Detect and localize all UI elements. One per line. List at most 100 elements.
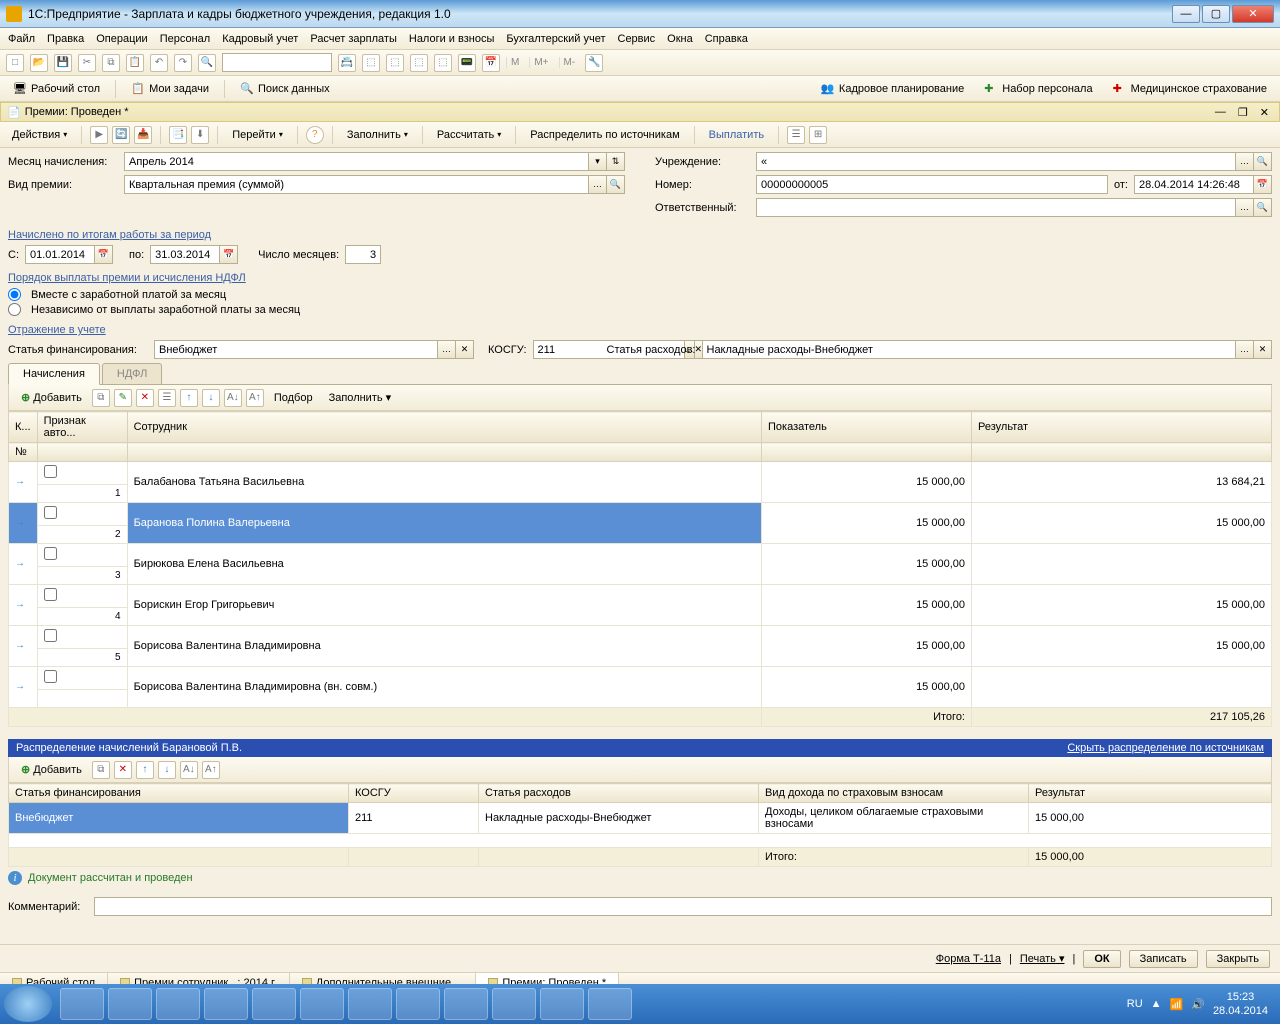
tray-flag-icon[interactable]: ▲ xyxy=(1151,998,1162,1010)
taskbar-save-icon[interactable] xyxy=(300,988,344,1020)
menu-personnel[interactable]: Персонал xyxy=(160,33,211,45)
payment-with-salary-radio[interactable] xyxy=(8,288,21,301)
date-to-calendar-button[interactable]: 📅 xyxy=(220,245,238,264)
find-icon[interactable]: 🔍 xyxy=(198,54,216,72)
dist-delete-icon[interactable]: ✕ xyxy=(114,761,132,779)
employees-grid[interactable]: К... Признак авто... Сотрудник Показател… xyxy=(8,411,1272,727)
date-to-input[interactable] xyxy=(150,245,220,264)
calc-open-icon[interactable]: 📇 xyxy=(338,54,356,72)
list-icon[interactable]: ☰ xyxy=(787,126,805,144)
ok-button[interactable]: ОК xyxy=(1083,950,1120,968)
dist-copy-icon[interactable]: ⧉ xyxy=(92,761,110,779)
menu-help[interactable]: Справка xyxy=(705,33,748,45)
menu-windows[interactable]: Окна xyxy=(667,33,693,45)
memory-mplus[interactable]: M+ xyxy=(529,57,552,68)
close-button[interactable]: ✕ xyxy=(1232,5,1274,23)
recruitment-button[interactable]: ✚Набор персонала xyxy=(977,79,1099,99)
table-row[interactable]: Борисова Валентина Владимировна 15 000,0… xyxy=(9,626,1272,649)
grid-move-up-icon[interactable]: ↑ xyxy=(180,389,198,407)
taskbar-app2-icon[interactable] xyxy=(252,988,296,1020)
taskbar-app4-icon[interactable] xyxy=(588,988,632,1020)
payment-section-header[interactable]: Порядок выплаты премии и исчисления НДФЛ xyxy=(8,272,1272,284)
bonus-type-open-button[interactable]: 🔍 xyxy=(607,175,625,194)
tray-volume-icon[interactable]: 🔊 xyxy=(1191,998,1205,1011)
distribute-button[interactable]: Распределить по источникам xyxy=(524,127,685,143)
dist-col-income[interactable]: Вид дохода по страховым взносам xyxy=(759,784,1029,803)
table-row[interactable]: Балабанова Татьяна Васильевна 15 000,00 … xyxy=(9,462,1272,485)
dist-row[interactable]: Внебюджет 211 Накладные расходы-Внебюдже… xyxy=(9,803,1272,834)
col-employee[interactable]: Сотрудник xyxy=(127,412,761,443)
taskbar-app3-icon[interactable] xyxy=(540,988,584,1020)
settings-icon[interactable]: 🔧 xyxy=(585,54,603,72)
tool-icon-1[interactable]: ⬚ xyxy=(362,54,380,72)
paste-icon[interactable]: 📋 xyxy=(126,54,144,72)
bonus-type-input[interactable] xyxy=(124,175,589,194)
row-auto-checkbox[interactable] xyxy=(44,588,57,601)
responsible-select-button[interactable]: … xyxy=(1236,198,1254,217)
fin-article-input[interactable] xyxy=(154,340,438,359)
movements-icon[interactable]: ⬇ xyxy=(191,126,209,144)
grid-finish-edit-icon[interactable]: ☰ xyxy=(158,389,176,407)
date-from-input[interactable] xyxy=(25,245,95,264)
date-from-calendar-button[interactable]: 📅 xyxy=(95,245,113,264)
expense-select-button[interactable]: … xyxy=(1236,340,1254,359)
grid-move-down-icon[interactable]: ↓ xyxy=(202,389,220,407)
save-button[interactable]: Записать xyxy=(1129,950,1198,968)
grid-sort-asc-icon[interactable]: A↓ xyxy=(224,389,242,407)
dist-col-expense[interactable]: Статья расходов xyxy=(479,784,759,803)
menu-edit[interactable]: Правка xyxy=(47,33,84,45)
doc-close-button[interactable]: ✕ xyxy=(1256,106,1273,119)
grid-edit-icon[interactable]: ✎ xyxy=(114,389,132,407)
menu-file[interactable]: Файл xyxy=(8,33,35,45)
month-input[interactable] xyxy=(124,152,589,171)
tray-network-icon[interactable]: 📶 xyxy=(1170,998,1184,1011)
org-open-button[interactable]: 🔍 xyxy=(1254,152,1272,171)
accounting-section-header[interactable]: Отражение в учете xyxy=(8,324,1272,336)
minimize-button[interactable]: — xyxy=(1172,5,1200,23)
memory-m[interactable]: M xyxy=(506,57,523,68)
col-auto[interactable]: Признак авто... xyxy=(37,412,127,443)
tray-clock[interactable]: 15:23 28.04.2014 xyxy=(1213,990,1268,1019)
quick-search-input[interactable] xyxy=(222,53,332,72)
taskbar-1c-icon[interactable] xyxy=(492,988,536,1020)
dist-add-button[interactable]: ⊕Добавить xyxy=(15,761,88,778)
expense-input[interactable] xyxy=(702,340,1237,359)
responsible-open-button[interactable]: 🔍 xyxy=(1254,198,1272,217)
datetime-calendar-button[interactable]: 📅 xyxy=(1254,175,1272,194)
distribution-grid[interactable]: Статья финансирования КОСГУ Статья расхо… xyxy=(8,783,1272,867)
taskbar-explorer-icon[interactable] xyxy=(204,988,248,1020)
months-count-input[interactable] xyxy=(345,245,381,264)
dist-sort-asc-icon[interactable]: A↓ xyxy=(180,761,198,779)
table-row[interactable]: Борискин Егор Григорьевич 15 000,00 15 0… xyxy=(9,585,1272,608)
responsible-input[interactable] xyxy=(756,198,1236,217)
dist-sort-desc-icon[interactable]: A↑ xyxy=(202,761,220,779)
maximize-button[interactable]: ▢ xyxy=(1202,5,1230,23)
menu-payroll[interactable]: Расчет зарплаты xyxy=(310,33,397,45)
register-icon[interactable]: 📑 xyxy=(169,126,187,144)
month-dropdown-button[interactable]: ▾ xyxy=(589,152,607,171)
dist-col-kosgu[interactable]: КОСГУ xyxy=(349,784,479,803)
post-icon[interactable]: ▶ xyxy=(90,126,108,144)
taskbar-ie-icon[interactable] xyxy=(156,988,200,1020)
memory-mminus[interactable]: M- xyxy=(559,57,580,68)
desktop-button[interactable]: 🖥Рабочий стол xyxy=(6,79,107,99)
goto-dropdown[interactable]: Перейти xyxy=(226,127,289,143)
new-icon[interactable]: □ xyxy=(6,54,24,72)
calc-dropdown[interactable]: Рассчитать xyxy=(431,127,507,143)
grid-delete-icon[interactable]: ✕ xyxy=(136,389,154,407)
calculator-icon[interactable]: 📟 xyxy=(458,54,476,72)
hide-distribution-link[interactable]: Скрыть распределение по источникам xyxy=(1067,742,1264,754)
taskbar-word-icon[interactable] xyxy=(348,988,392,1020)
grid-add-button[interactable]: ⊕Добавить xyxy=(15,389,88,406)
tray-lang[interactable]: RU xyxy=(1127,998,1143,1010)
number-input[interactable] xyxy=(756,175,1108,194)
table-row[interactable]: Бирюкова Елена Васильевна 15 000,00 xyxy=(9,544,1272,567)
tool-icon-4[interactable]: ⬚ xyxy=(434,54,452,72)
dist-move-up-icon[interactable]: ↑ xyxy=(136,761,154,779)
search-data-button[interactable]: 🔍Поиск данных xyxy=(233,79,337,99)
grid-sort-desc-icon[interactable]: A↑ xyxy=(246,389,264,407)
menu-hr[interactable]: Кадровый учет xyxy=(222,33,298,45)
redo-icon[interactable]: ↷ xyxy=(174,54,192,72)
dist-move-down-icon[interactable]: ↓ xyxy=(158,761,176,779)
row-auto-checkbox[interactable] xyxy=(44,629,57,642)
